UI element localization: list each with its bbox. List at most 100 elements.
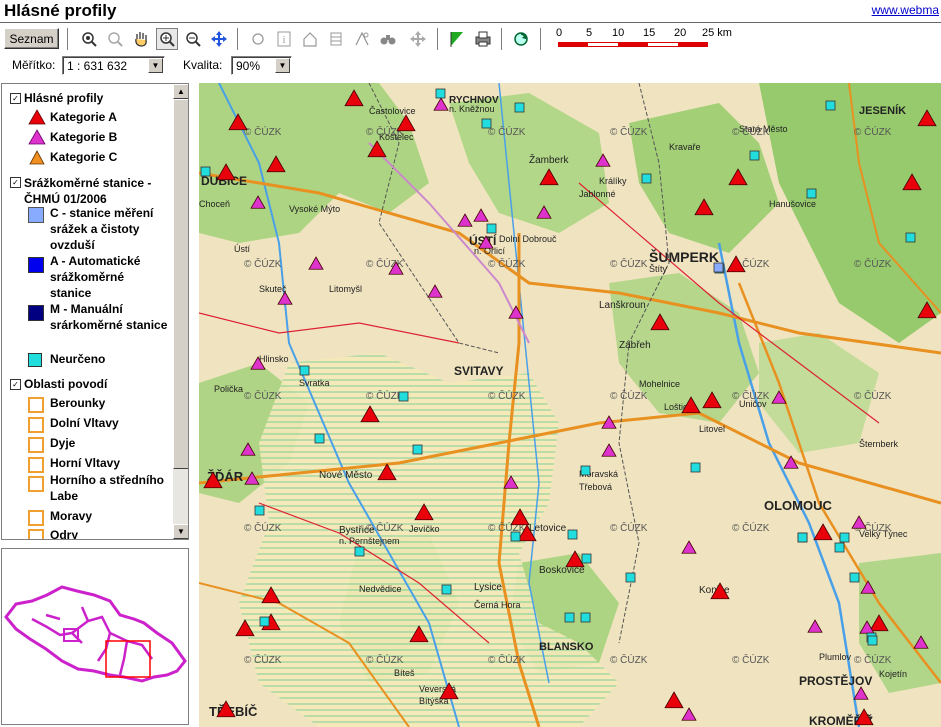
rain-station-marker[interactable] [797,532,808,543]
place-label: OLOMOUC [764,498,832,513]
print-icon[interactable] [473,29,493,49]
query-icon[interactable] [352,29,372,49]
flag-icon[interactable] [447,29,467,49]
web-link[interactable]: www.webma [872,3,939,17]
place-label: Nedvědice [359,584,402,594]
zoom-in-icon[interactable] [156,28,178,50]
overview-map[interactable] [1,548,189,725]
rain-station-marker[interactable] [625,572,636,583]
scroll-thumb[interactable] [173,99,188,469]
rain-station-marker[interactable] [905,232,916,243]
rain-station-marker[interactable] [834,542,845,553]
square-orange-outline-icon [28,510,44,526]
home-icon[interactable] [300,29,320,49]
zoom-out-icon[interactable] [183,29,203,49]
square-orange-outline-icon [28,417,44,433]
layer-checkbox-srazkomerne[interactable]: ✓ [10,177,21,188]
rain-station-marker[interactable] [200,166,211,177]
chevron-down-icon[interactable]: ▼ [275,58,290,73]
quality-label: Kvalita: [183,58,223,72]
legend-item: Neurčeno [50,352,106,366]
rain-station-marker[interactable] [435,88,446,99]
rain-station-marker[interactable] [713,262,724,273]
scale-value: 1 : 631 632 [67,59,128,73]
scale-select[interactable]: 1 : 631 632 ▼ [62,56,165,75]
legend-item: Moravy [50,509,93,523]
scale-segment [588,42,618,47]
rain-station-marker[interactable] [514,102,525,113]
rain-station-marker[interactable] [749,150,760,161]
rain-station-marker[interactable] [867,635,878,646]
rain-station-marker[interactable] [849,572,860,583]
rain-station-marker[interactable] [690,462,701,473]
zoom-full-icon[interactable] [79,29,99,49]
refresh-icon[interactable] [511,29,531,49]
place-label: Litomyšl [329,284,362,294]
scroll-down-icon[interactable]: ▼ [173,524,188,539]
rain-station-marker[interactable] [580,612,591,623]
rain-station-marker[interactable] [825,100,836,111]
watermark-label: © ČÚZK [488,125,526,138]
rain-station-marker[interactable] [354,546,365,557]
place-label: SVITAVY [454,364,504,378]
legend-item: Kategorie A [50,110,117,124]
scale-label: 10 [612,27,625,39]
circle-g-icon[interactable] [248,29,268,49]
rain-station-marker[interactable] [567,529,578,540]
rain-station-marker[interactable] [314,433,325,444]
rain-station-marker[interactable] [806,188,817,199]
scale-label: Měřítko: [12,58,56,72]
rain-station-marker[interactable] [486,223,497,234]
watermark-label: © ČÚZK [366,389,404,402]
rain-station-marker[interactable] [580,465,591,476]
square-orange-outline-icon [28,476,44,492]
rain-station-marker[interactable] [839,532,850,543]
rain-station-marker[interactable] [412,444,423,455]
seznam-button[interactable]: Seznam [4,28,59,49]
rain-station-marker[interactable] [441,584,452,595]
watermark-label: © ČÚZK [854,125,892,138]
rain-station-marker[interactable] [510,531,521,542]
rain-station-marker[interactable] [398,391,409,402]
place-label: Kravaře [669,142,701,152]
layer-checkbox-povodi[interactable]: ✓ [10,379,21,390]
scroll-up-icon[interactable]: ▲ [173,84,188,99]
legend-item: Odry [50,528,79,539]
watermark-label: © ČÚZK [244,125,282,138]
watermark-label: © ČÚZK [366,521,404,534]
info-icon[interactable]: i [274,29,294,49]
watermark-label: © ČÚZK [244,257,282,270]
place-label: n. Pernštejnem [339,536,400,546]
layer-checkbox-hlasne[interactable]: ✓ [10,93,21,104]
watermark-label: © ČÚZK [854,257,892,270]
legend-item: A - Automatické srážkoměrné stanice [50,254,141,300]
legend-scrollbar[interactable]: ▲ ▼ [173,84,188,539]
rain-station-marker[interactable] [259,616,270,627]
pan-arrows-icon[interactable] [408,29,428,49]
watermark-label: © ČÚZK [854,389,892,402]
square-orange-outline-icon [28,457,44,473]
layers-icon[interactable] [326,29,346,49]
chevron-down-icon[interactable]: ▼ [148,58,163,73]
watermark-label: © ČÚZK [732,653,770,666]
triangle-magenta-icon [28,129,46,145]
place-label: Lysice [474,582,502,593]
place-label: Hanušovice [769,199,816,209]
quality-select[interactable]: 90% ▼ [231,56,292,75]
square-navy-icon [28,305,44,321]
legend-item: Berounky [50,396,106,410]
rain-station-marker[interactable] [254,505,265,516]
rain-station-marker[interactable] [641,173,652,184]
rain-station-marker[interactable] [481,118,492,129]
place-label: PROSTĚJOV [799,673,872,688]
rain-station-marker[interactable] [581,553,592,564]
rain-station-marker[interactable] [564,612,575,623]
map-canvas[interactable]: RYCHNOV n. Kněžnou Častolovice Kostelec Žamb… [199,83,941,727]
place-label: Žamberk [529,153,569,166]
rain-station-marker[interactable] [299,365,310,376]
binoculars-icon[interactable] [378,29,398,49]
pan-hand-icon[interactable] [131,29,151,49]
place-label: Svratka [299,378,330,388]
zoom-previous-icon[interactable] [105,29,125,49]
move-center-icon[interactable] [209,29,229,49]
